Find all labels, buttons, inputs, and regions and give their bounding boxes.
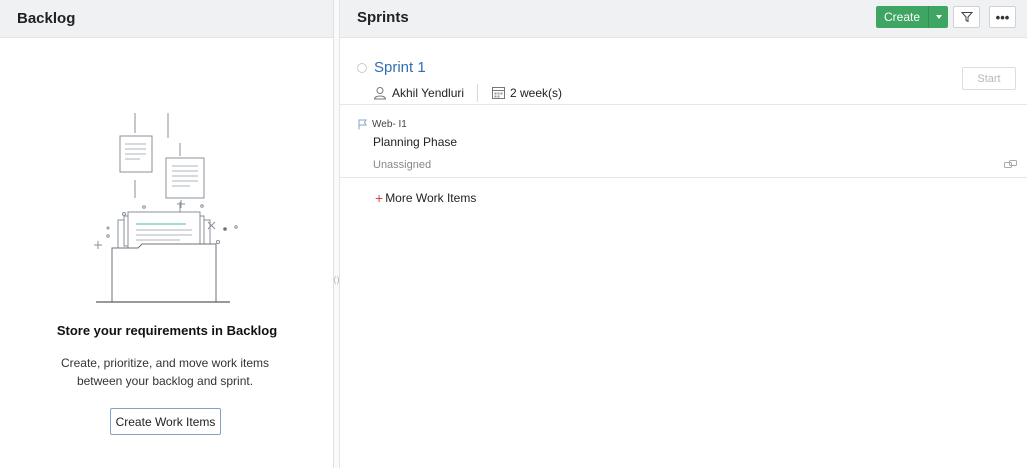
sprints-title: Sprints: [357, 9, 409, 26]
dropdown-caret-icon[interactable]: [929, 6, 949, 28]
filter-icon: [960, 12, 973, 23]
backlog-header: Backlog: [0, 0, 333, 38]
work-item-title[interactable]: Planning Phase: [373, 135, 457, 149]
plus-icon: +: [375, 190, 384, 206]
sprint-owner: Akhil Yendluri: [392, 86, 465, 100]
empty-state-description: Create, prioritize, and move work items …: [60, 356, 270, 388]
create-button[interactable]: Create: [876, 6, 930, 28]
filter-button[interactable]: [953, 6, 980, 28]
more-icon: •••: [995, 9, 1010, 25]
divider-line: [340, 104, 1027, 105]
create-work-items-button[interactable]: Create Work Items: [110, 408, 221, 435]
sprints-header: Sprints Create •••: [340, 0, 1027, 38]
work-item-id[interactable]: Web- I1: [372, 119, 407, 130]
work-item-assignee[interactable]: Unassigned: [373, 159, 431, 171]
start-sprint-button[interactable]: Start: [962, 67, 1016, 90]
sprint-name[interactable]: Sprint 1: [374, 59, 426, 76]
more-work-items-label: More Work Items: [385, 191, 477, 205]
sprint-collapse-toggle[interactable]: [357, 63, 367, 73]
divider-line: [340, 177, 1027, 178]
create-split-button: Create: [876, 6, 949, 28]
more-work-items-link[interactable]: + More Work Items: [375, 191, 476, 205]
user-icon: [373, 87, 387, 100]
backlog-pane: Backlog Store your requirements in Backl…: [0, 0, 334, 468]
sprints-pane: Sprints Create •••: [340, 0, 1027, 468]
more-options-button[interactable]: •••: [989, 6, 1016, 28]
backlog-title: Backlog: [17, 10, 76, 27]
empty-backlog-illustration: [94, 113, 238, 303]
empty-state-title: Store your requirements in Backlog: [56, 323, 278, 338]
meta-separator: [477, 84, 478, 102]
calendar-icon: [492, 87, 505, 99]
sprint-duration: 2 week(s): [510, 86, 563, 100]
flag-icon: [358, 119, 367, 130]
link-icon[interactable]: [1004, 159, 1017, 170]
resize-handle-icon[interactable]: ⟨⟩: [333, 275, 340, 286]
